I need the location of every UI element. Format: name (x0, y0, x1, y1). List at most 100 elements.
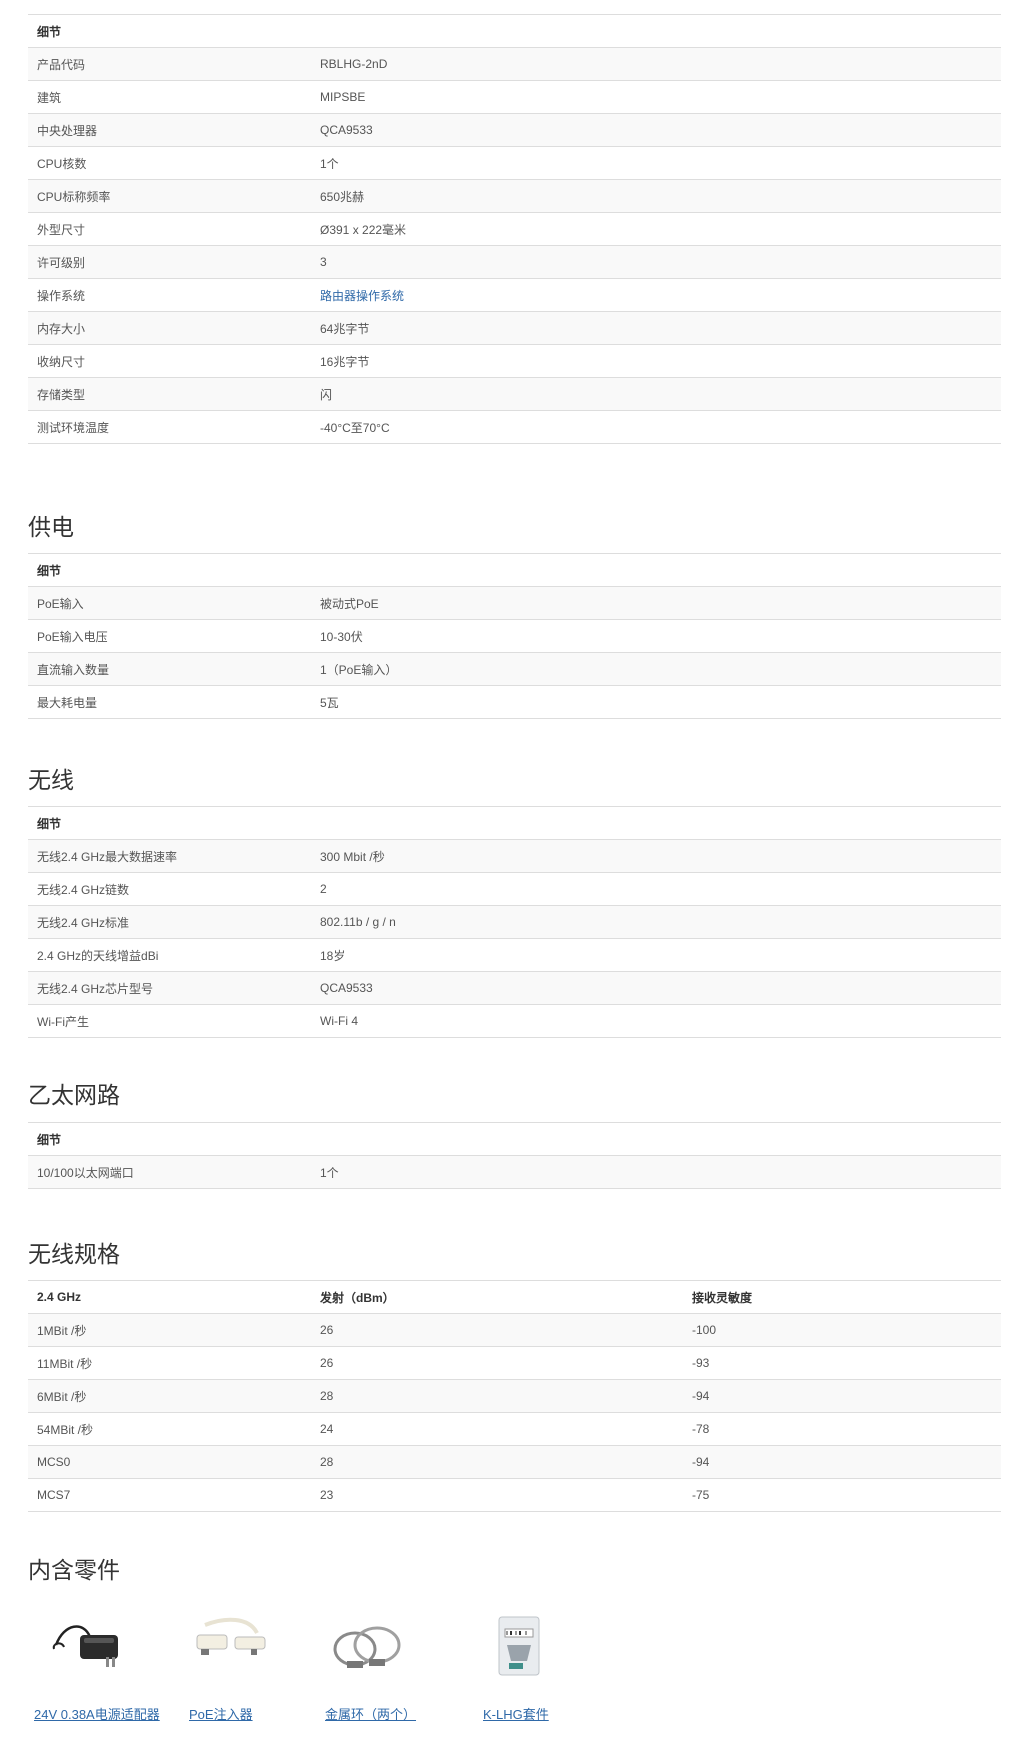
table-row: PoE输入 被动式PoE (28, 586, 1001, 620)
spec-value: 1（PoE输入） (311, 652, 1001, 686)
rate-cell: 54MBit /秒 (28, 1412, 311, 1446)
spec-key: 直流输入数量 (28, 652, 311, 686)
table-row: 测试环境温度 -40°C至70°C (28, 410, 1001, 444)
spec-key: 收纳尺寸 (28, 344, 311, 378)
spec-value: 650兆赫 (311, 179, 1001, 213)
poe-injector-label[interactable]: PoE注入器 (189, 1704, 253, 1723)
table-row: MCS0 28 -94 (28, 1445, 1001, 1479)
spec-value: 64兆字节 (311, 311, 1001, 345)
spec-value: 300 Mbit /秒 (311, 839, 1001, 873)
spec-key: 产品代码 (28, 47, 311, 81)
spec-key: 许可级别 (28, 245, 311, 279)
wireless-spec-table: 细节 无线2.4 GHz最大数据速率 300 Mbit /秒 无线2.4 GHz链… (28, 806, 1001, 1038)
spec-value: 5瓦 (311, 685, 1001, 719)
table-row: 无线2.4 GHz标准 802.11b / g / n (28, 905, 1001, 939)
tx-power-cell: 23 (311, 1478, 683, 1512)
metal-clamp-label[interactable]: 金属环（两个） (325, 1704, 416, 1723)
table-row: 10/100以太网端口 1个 (28, 1155, 1001, 1189)
column-header: 发射（dBm） (311, 1280, 683, 1314)
rx-sensitivity-cell: -93 (683, 1346, 1001, 1380)
included-parts: 24V 0.38A电源适配器 PoE注入器 金属环（两个） K-LHG套件 (28, 1615, 628, 1725)
ethernet-spec-table: 细节 10/100以太网端口 1个 (28, 1122, 1001, 1189)
tx-power-cell: 28 (311, 1379, 683, 1413)
spec-value: 1个 (311, 146, 1001, 180)
spec-value-cell: 路由器操作系统 (311, 278, 1001, 312)
table-row: CPU核数 1个 (28, 146, 1001, 180)
table-header-row: 细节 (28, 14, 1001, 48)
table-row: 直流输入数量 1（PoE输入） (28, 652, 1001, 686)
table-row: 无线2.4 GHz最大数据速率 300 Mbit /秒 (28, 839, 1001, 873)
table-row: 存储类型闪 (28, 377, 1001, 411)
rate-cell: 11MBit /秒 (28, 1346, 311, 1380)
table-row: 2.4 GHz的天线增益dBi 18岁 (28, 938, 1001, 972)
table-row: Wi-Fi产生 Wi-Fi 4 (28, 1004, 1001, 1038)
spec-value: MIPSBE (311, 80, 1001, 114)
spec-value: 802.11b / g / n (311, 905, 1001, 939)
rx-sensitivity-cell: -94 (683, 1379, 1001, 1413)
rate-cell: 1MBit /秒 (28, 1313, 311, 1347)
k-lhg-kit-label[interactable]: K-LHG套件 (483, 1704, 549, 1723)
spec-key: 外型尺寸 (28, 212, 311, 246)
spec-key: 10/100以太网端口 (28, 1155, 311, 1189)
spec-key: 测试环境温度 (28, 410, 311, 444)
tx-power-cell: 26 (311, 1313, 683, 1347)
table-header-row: 细节 (28, 806, 1001, 840)
table-row: PoE输入电压 10-30伏 (28, 619, 1001, 653)
table-row: 1MBit /秒 26 -100 (28, 1313, 1001, 1347)
wireless-specs-table: 2.4 GHz 发射（dBm） 接收灵敏度 1MBit /秒 26 -100 11M… (28, 1280, 1001, 1512)
spec-value: 被动式PoE (311, 586, 1001, 620)
table-row: 11MBit /秒 26 -93 (28, 1346, 1001, 1380)
section-title-wireless: 无线 (28, 767, 74, 793)
table-row: 最大耗电量 5瓦 (28, 685, 1001, 719)
spec-value: -40°C至70°C (311, 410, 1001, 444)
tx-power-cell: 26 (311, 1346, 683, 1380)
spec-key: 中央处理器 (28, 113, 311, 147)
spec-value: QCA9533 (311, 113, 1001, 147)
spec-value: 3 (311, 245, 1001, 279)
spec-key: 建筑 (28, 80, 311, 114)
table-row: 外型尺寸 Ø391 x 222毫米 (28, 212, 1001, 246)
spec-key: 操作系统 (28, 278, 311, 312)
rx-sensitivity-cell: -94 (683, 1445, 1001, 1479)
column-header: 接收灵敏度 (683, 1280, 1001, 1314)
table-row: 内存大小 64兆字节 (28, 311, 1001, 345)
k-lhg-kit-icon (483, 1615, 563, 1681)
table-header-row: 细节 (28, 1122, 1001, 1156)
section-title-power: 供电 (28, 514, 74, 540)
spec-value: 1个 (311, 1155, 1001, 1189)
power-adapter-label[interactable]: 24V 0.38A电源适配器 (34, 1704, 160, 1723)
table-row: 中央处理器 QCA9533 (28, 113, 1001, 147)
power-adapter-icon (50, 1615, 130, 1681)
table-header: 细节 (28, 553, 1001, 587)
spec-value: 闪 (311, 377, 1001, 411)
spec-value: 10-30伏 (311, 619, 1001, 653)
table-header: 细节 (28, 14, 1001, 48)
spec-value: RBLHG-2nD (311, 47, 1001, 81)
table-row: CPU标称频率 650兆赫 (28, 179, 1001, 213)
table-header: 细节 (28, 806, 1001, 840)
table-header-row: 细节 (28, 553, 1001, 587)
column-header: 2.4 GHz (28, 1280, 311, 1314)
power-spec-table: 细节 PoE输入 被动式PoE PoE输入电压 10-30伏 直流输入数量 1（PoE… (28, 553, 1001, 719)
table-row: 操作系统 路由器操作系统 (28, 278, 1001, 312)
spec-key: 无线2.4 GHz链数 (28, 872, 311, 906)
rate-cell: MCS0 (28, 1445, 311, 1479)
spec-key: CPU核数 (28, 146, 311, 180)
spec-value: 16兆字节 (311, 344, 1001, 378)
metal-clamp-icon (329, 1615, 409, 1681)
table-header: 细节 (28, 1122, 1001, 1156)
spec-key: PoE输入 (28, 586, 311, 620)
table-row: 无线2.4 GHz链数 2 (28, 872, 1001, 906)
table-row: 无线2.4 GHz芯片型号 QCA9533 (28, 971, 1001, 1005)
spec-key: 无线2.4 GHz芯片型号 (28, 971, 311, 1005)
rx-sensitivity-cell: -100 (683, 1313, 1001, 1347)
tx-power-cell: 28 (311, 1445, 683, 1479)
operating-system-link[interactable]: 路由器操作系统 (320, 289, 404, 303)
spec-key: 2.4 GHz的天线增益dBi (28, 938, 311, 972)
spec-key: CPU标称频率 (28, 179, 311, 213)
spec-value: 18岁 (311, 938, 1001, 972)
table-row: 产品代码 RBLHG-2nD (28, 47, 1001, 81)
spec-key: PoE输入电压 (28, 619, 311, 653)
spec-key: 无线2.4 GHz标准 (28, 905, 311, 939)
tx-power-cell: 24 (311, 1412, 683, 1446)
